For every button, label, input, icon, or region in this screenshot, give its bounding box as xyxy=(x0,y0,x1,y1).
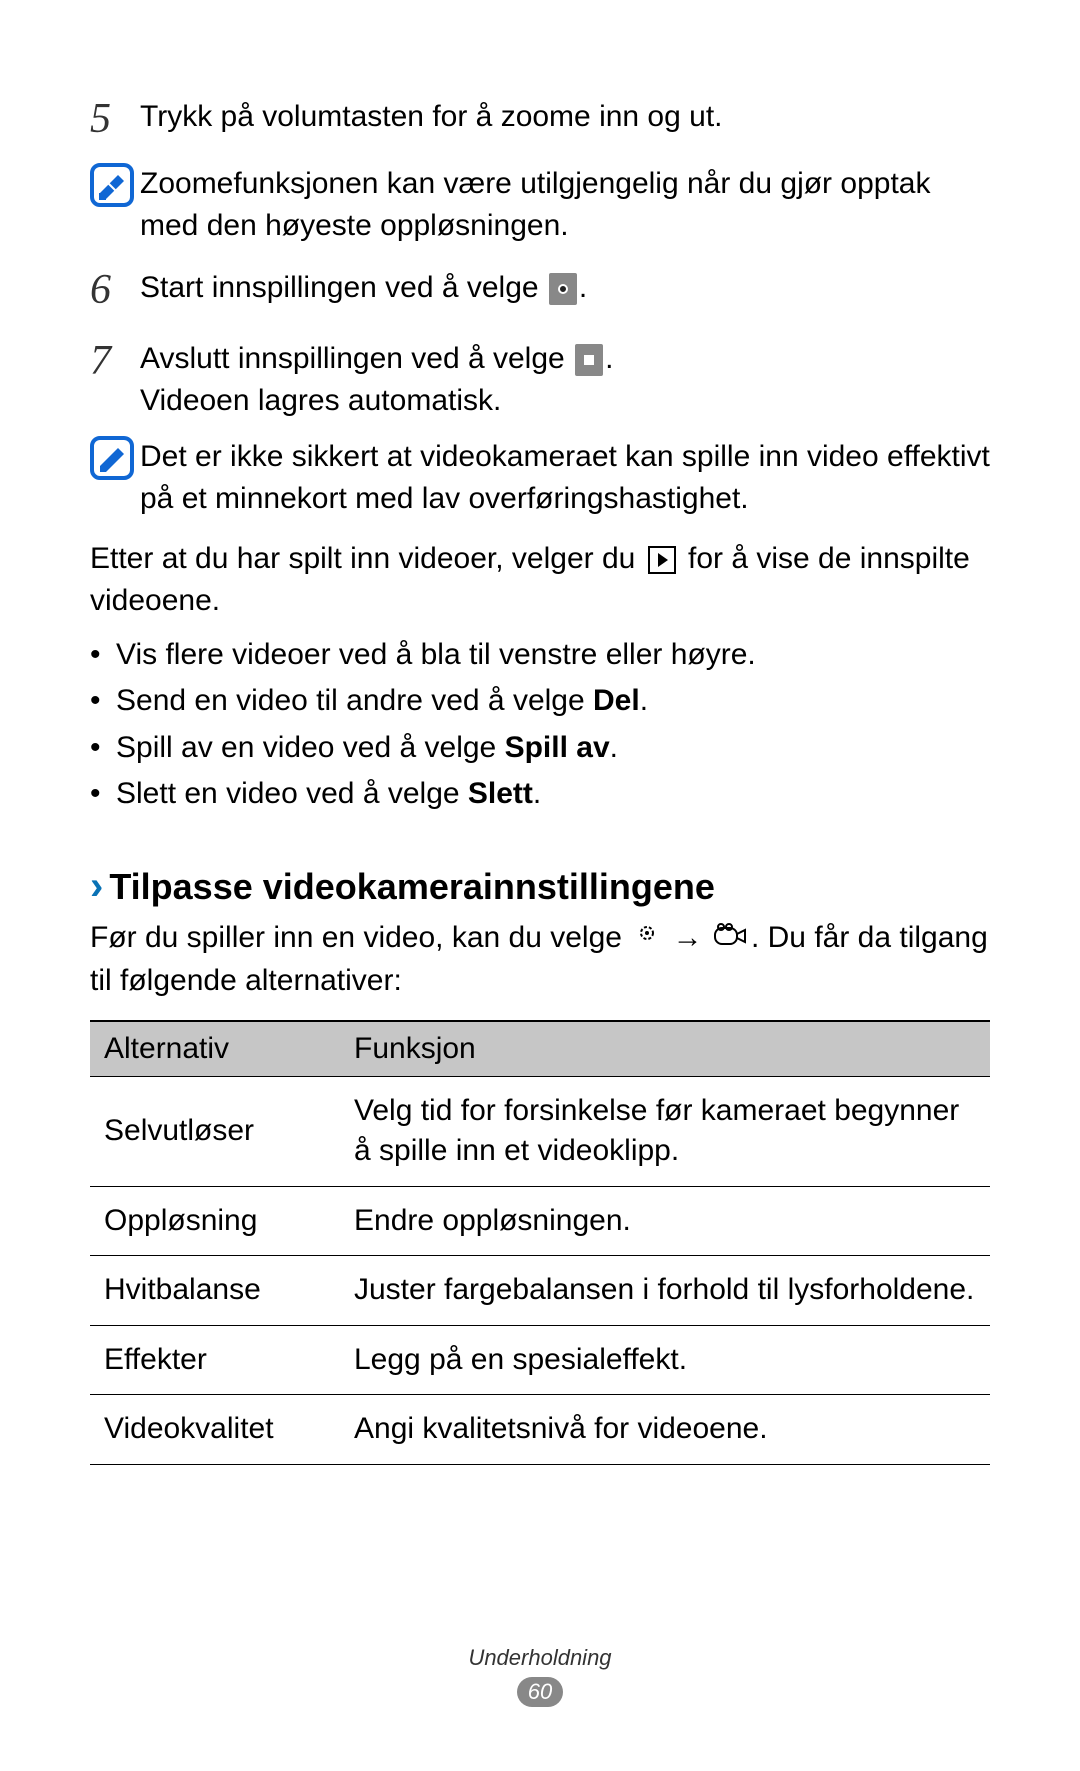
header-alternativ: Alternativ xyxy=(90,1021,340,1077)
videocam-icon xyxy=(713,918,749,960)
arrow: → xyxy=(664,921,711,954)
note-text: Zoomefunksjonen kan være utilgjengelig n… xyxy=(140,161,990,247)
step-text: Trykk på volumtasten for å zoome inn og … xyxy=(140,90,990,138)
note-sdcard: Det er ikke sikkert at videokameraet kan… xyxy=(90,434,990,520)
table-row: Videokvalitet Angi kvalitetsnivå for vid… xyxy=(90,1395,990,1465)
cell-desc: Endre oppløsningen. xyxy=(340,1186,990,1256)
chevron-icon: › xyxy=(90,864,103,909)
table-row: Effekter Legg på en spesialeffekt. xyxy=(90,1325,990,1395)
list-item: Slett en video ved å velge Slett. xyxy=(90,771,990,818)
cell-desc: Legg på en spesialeffekt. xyxy=(340,1325,990,1395)
text-after: . xyxy=(533,777,541,810)
text-before: Før du spiller inn en video, kan du velg… xyxy=(90,921,630,954)
table-row: Selvutløser Velg tid for forsinkelse før… xyxy=(90,1076,990,1186)
cell-option: Selvutløser xyxy=(90,1076,340,1186)
cell-option: Hvitbalanse xyxy=(90,1256,340,1326)
footer-section-label: Underholdning xyxy=(0,1645,1080,1671)
bold-text: Del xyxy=(593,684,640,717)
gear-icon xyxy=(632,918,662,960)
step-6: 6 Start innspillingen ved å velge . xyxy=(90,261,990,320)
bold-text: Spill av xyxy=(505,731,610,764)
after-record-para: Etter at du har spilt inn videoer, velge… xyxy=(90,538,990,622)
list-item: Spill av en video ved å velge Spill av. xyxy=(90,725,990,772)
text-after: . xyxy=(640,684,648,717)
text-after: . xyxy=(610,731,618,764)
step-text: Start innspillingen ved å velge . xyxy=(140,261,990,309)
header-funksjon: Funksjon xyxy=(340,1021,990,1077)
step-number: 7 xyxy=(90,332,140,391)
step-number: 5 xyxy=(90,90,140,149)
cell-desc: Velg tid for forsinkelse før kameraet be… xyxy=(340,1076,990,1186)
note-zoom: Zoomefunksjonen kan være utilgjengelig n… xyxy=(90,161,990,247)
section-title: Tilpasse videokamerainnstillingene xyxy=(109,866,715,908)
text-after: . xyxy=(579,271,587,304)
note-text: Det er ikke sikkert at videokameraet kan… xyxy=(140,434,990,520)
step-5: 5 Trykk på volumtasten for å zoome inn o… xyxy=(90,90,990,149)
stop-icon xyxy=(575,344,603,376)
list-item: Vis flere videoer ved å bla til venstre … xyxy=(90,632,990,679)
page-content: 5 Trykk på volumtasten for å zoome inn o… xyxy=(0,0,1080,1465)
cell-desc: Angi kvalitetsnivå for videoene. xyxy=(340,1395,990,1465)
play-icon xyxy=(648,546,676,574)
step-7: 7 Avslutt innspillingen ved å velge . Vi… xyxy=(90,332,990,422)
list-item: Send en video til andre ved å velge Del. xyxy=(90,678,990,725)
line1-before: Avslutt innspillingen ved å velge xyxy=(140,342,573,375)
line2: Videoen lagres automatisk. xyxy=(140,384,501,417)
table-row: Hvitbalanse Juster fargebalansen i forho… xyxy=(90,1256,990,1326)
note-icon xyxy=(90,434,140,492)
text-before: Etter at du har spilt inn videoer, velge… xyxy=(90,542,644,575)
section-intro: Før du spiller inn en video, kan du velg… xyxy=(90,917,990,1002)
cell-option: Effekter xyxy=(90,1325,340,1395)
page-footer: Underholdning 60 xyxy=(0,1645,1080,1707)
page-number: 60 xyxy=(517,1677,563,1707)
note-icon xyxy=(90,161,140,219)
options-table: Alternativ Funksjon Selvutløser Velg tid… xyxy=(90,1020,990,1465)
bullet-text: Vis flere videoer ved å bla til venstre … xyxy=(116,638,756,671)
text-before: Start innspillingen ved å velge xyxy=(140,271,547,304)
cell-desc: Juster fargebalansen i forhold til lysfo… xyxy=(340,1256,990,1326)
line1-after: . xyxy=(605,342,613,375)
cell-option: Oppløsning xyxy=(90,1186,340,1256)
bold-text: Slett xyxy=(468,777,533,810)
record-icon xyxy=(549,273,577,305)
step-text: Avslutt innspillingen ved å velge . Vide… xyxy=(140,332,990,422)
table-header-row: Alternativ Funksjon xyxy=(90,1021,990,1077)
table-row: Oppløsning Endre oppløsningen. xyxy=(90,1186,990,1256)
video-actions-list: Vis flere videoer ved å bla til venstre … xyxy=(90,632,990,818)
step-number: 6 xyxy=(90,261,140,320)
text-before: Spill av en video ved å velge xyxy=(116,731,505,764)
section-heading: › Tilpasse videokamerainnstillingene xyxy=(90,864,990,909)
cell-option: Videokvalitet xyxy=(90,1395,340,1465)
text-before: Send en video til andre ved å velge xyxy=(116,684,593,717)
text-before: Slett en video ved å velge xyxy=(116,777,468,810)
